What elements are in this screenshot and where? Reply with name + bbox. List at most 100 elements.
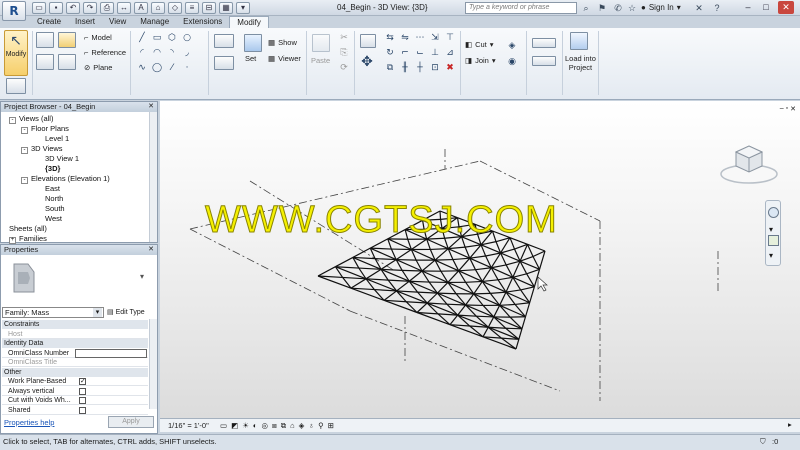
tree-item[interactable]: East [45,184,60,194]
point-icon[interactable]: · [181,62,193,74]
property-checkbox[interactable] [79,387,86,395]
scale-icon[interactable]: ⇲ [429,32,441,44]
load-into-project-icon[interactable] [570,32,588,50]
fillet-icon[interactable]: ◞ [181,47,193,59]
property-row[interactable]: OmniClass Number [2,348,148,358]
reference-line-button[interactable]: ⌐ Reference [84,48,126,57]
switch-windows-icon[interactable]: ▦ [219,2,233,14]
properties-help-link[interactable]: Properties help [4,418,54,427]
family-category-icon[interactable] [36,54,54,70]
ellipse-icon[interactable]: ◯ [151,62,163,74]
property-checkbox[interactable]: ✓ [79,378,86,385]
tree-item[interactable]: + Families [9,234,47,244]
exchange-icon[interactable]: ✕ [693,3,705,13]
expand-icon[interactable]: + [9,237,16,244]
search-input[interactable]: Type a keyword or phrase [465,2,577,14]
close-button[interactable]: ✕ [778,1,794,14]
pin-icon[interactable]: ⊥ [429,47,441,59]
tree-item[interactable]: {3D} [45,164,60,174]
trim-extend-icon[interactable]: ┼ [414,62,426,74]
section-icon[interactable]: ◇ [168,2,182,14]
arc-center-icon[interactable]: ◠ [151,47,163,59]
rotate-icon[interactable]: ↻ [384,47,396,59]
property-checkbox[interactable] [79,397,86,404]
load-into-project-button[interactable]: Load into Project [565,54,596,72]
split-icon[interactable]: ⊤ [444,32,456,44]
measure-icon[interactable]: ↔ [117,2,131,14]
reveal-hidden-icon[interactable]: ♁ [308,421,314,431]
close-hidden-icon[interactable]: ⊟ [202,2,216,14]
save-icon[interactable]: ▪ [49,2,63,14]
dimension-icon[interactable] [532,56,556,66]
cut-geometry-button[interactable]: ◧ Cut ▾ [465,40,494,49]
show-crop-icon[interactable]: ⧉ [281,421,286,431]
trim-icon[interactable]: ⌐ [399,47,411,59]
temporary-hide-icon[interactable]: ◈ [299,421,305,431]
tree-item[interactable]: South [45,204,65,214]
zoom-region-icon[interactable] [768,235,779,246]
arc-tangent-icon[interactable]: ◝ [166,47,178,59]
thin-lines-icon[interactable]: ≡ [185,2,199,14]
rectangle-icon[interactable]: ▭ [151,32,163,44]
set-button[interactable]: Set [245,54,256,63]
close-icon[interactable]: ✕ [790,105,796,113]
extend-icon[interactable]: ⌙ [414,47,426,59]
minimize-button[interactable]: – [740,1,756,14]
dropdown-icon[interactable]: ▾ [236,2,250,14]
move-icon[interactable]: ✥ [361,55,373,69]
join-geometry-button[interactable]: ◨ Join ▾ [465,56,496,65]
grid-icon[interactable] [58,54,76,70]
close-icon[interactable]: ✕ [148,102,154,112]
collapse-icon[interactable]: - [21,127,28,134]
sun-path-icon[interactable]: ☀ [242,421,249,431]
tree-item[interactable]: 3D View 1 [45,154,79,164]
tab-extensions[interactable]: Extensions [176,16,229,28]
chevron-down-icon[interactable]: ▾ [769,251,773,260]
3d-view-icon[interactable]: ⌂ [151,2,165,14]
copy-icon[interactable]: ⎘ [338,47,350,59]
open-icon[interactable]: ▭ [32,2,46,14]
render-icon[interactable]: ◎ [261,421,268,431]
model-line-button[interactable]: ⌐ Model [84,33,112,42]
tree-item[interactable]: Sheets (all) [9,224,47,234]
arc-icon[interactable]: ◜ [136,47,148,59]
properties-scrollbar[interactable] [149,319,157,409]
geometry-icon[interactable]: ◈ [506,40,518,52]
edit-type-button[interactable]: ▤ Edit Type [107,307,145,318]
apply-button[interactable]: Apply [108,416,154,428]
properties-icon[interactable] [36,32,54,48]
tab-modify[interactable]: Modify [229,16,269,28]
pick-lines-icon[interactable]: ⁄ [166,62,178,74]
omniclass-number-field[interactable] [75,348,147,358]
tab-view[interactable]: View [102,16,133,28]
paste-button[interactable]: Paste [311,56,330,65]
delete-icon[interactable]: ✖ [444,62,456,74]
family-types-icon[interactable] [58,32,76,48]
favorites-icon[interactable]: ☆ [626,3,638,13]
analytical-model-icon[interactable]: ⊞ [328,421,334,431]
tree-item[interactable]: North [45,194,63,204]
circle-icon[interactable]: ○ [181,32,193,44]
work-plane-icon[interactable] [214,34,234,48]
tab-create[interactable]: Create [30,16,68,28]
view-cube[interactable] [718,138,780,188]
wall-joins-icon[interactable]: ◉ [506,56,518,68]
chevron-down-icon[interactable]: ▾ [769,225,773,234]
sign-in-button[interactable]: ● Sign In ▾ [641,3,681,12]
view-scale[interactable]: 1/16" = 1'-0" [168,421,209,430]
show-button[interactable]: ▦ Show [268,38,297,47]
shadows-icon[interactable]: ◐ [253,421,258,431]
tree-item[interactable]: - Elevations (Elevation 1) [21,174,110,184]
array-icon[interactable]: ⋯ [414,32,426,44]
property-row[interactable]: Work Plane-Based ✓ [2,377,148,386]
property-category[interactable]: Other [2,367,148,377]
set-work-plane-icon[interactable] [244,34,262,52]
paste-icon[interactable] [312,34,330,52]
match-icon[interactable]: ⟳ [338,62,350,74]
project-browser-scrollbar[interactable] [149,112,157,242]
property-row[interactable]: OmniClass Title [2,358,148,367]
communication-icon[interactable]: ✆ [612,3,624,13]
work-plane-2-icon[interactable] [214,56,234,70]
type-preview[interactable]: ▾ [2,256,148,306]
subscription-icon[interactable]: ⚑ [596,3,608,13]
